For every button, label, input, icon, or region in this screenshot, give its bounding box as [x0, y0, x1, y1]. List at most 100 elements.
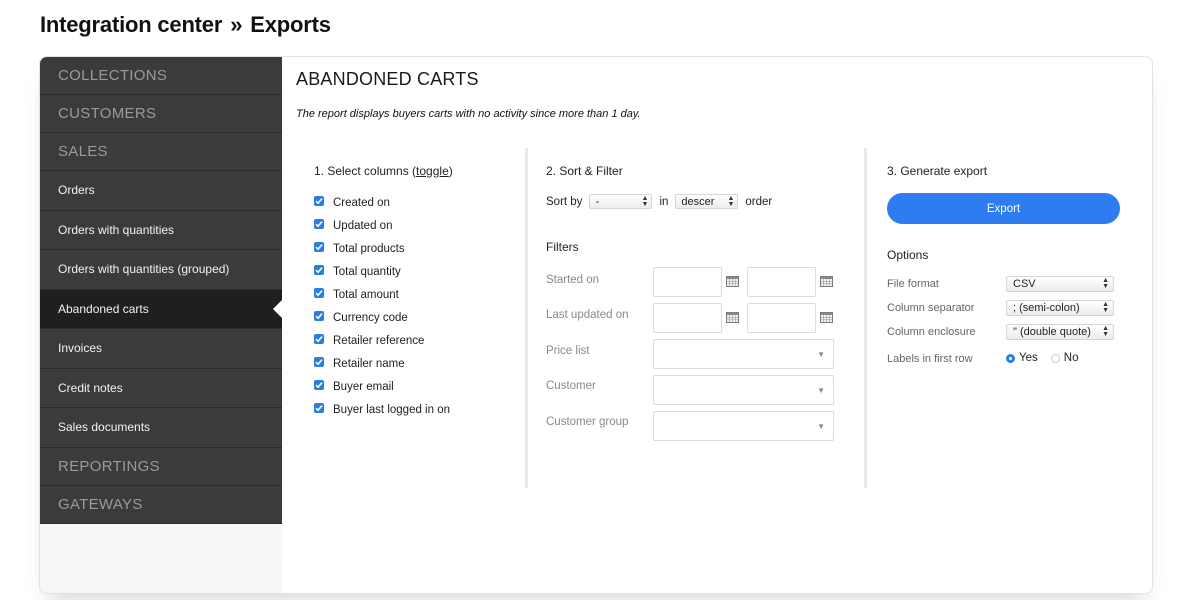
checkbox-checked-icon[interactable] [314, 287, 324, 298]
column-separator-select[interactable]: ; (semi-colon) ▲ ▼ [1006, 300, 1114, 316]
customer-group-select[interactable]: ▼ [653, 411, 834, 441]
price-list-select[interactable]: ▼ [653, 339, 834, 369]
last-updated-from-input[interactable] [653, 303, 722, 333]
sidebar-item-orders-with-quantities-grouped[interactable]: Orders with quantities (grouped) [40, 250, 282, 290]
sidebar: COLLECTIONS CUSTOMERS SALES Orders Order… [40, 57, 282, 593]
started-on-to-input[interactable] [747, 267, 816, 297]
file-format-label: File format [887, 278, 939, 290]
started-on-from-input[interactable] [653, 267, 722, 297]
sidebar-item-label: Orders with quantities [58, 222, 175, 237]
select-arrows-icon: ▲ ▼ [727, 194, 735, 208]
sidebar-item-orders[interactable]: Orders [40, 171, 282, 211]
sidebar-item-label: Orders [58, 183, 95, 198]
calendar-icon[interactable] [820, 276, 833, 287]
filters-title: Filters [546, 240, 579, 254]
column-option[interactable]: Buyer last logged in on [314, 399, 450, 422]
sidebar-section-sales[interactable]: SALES [40, 133, 282, 171]
select-arrows-icon: ▲ ▼ [1102, 325, 1109, 338]
column-option[interactable]: Updated on [314, 214, 450, 237]
calendar-icon[interactable] [820, 312, 833, 323]
column-option[interactable]: Retailer reference [314, 330, 450, 353]
select-arrows-icon: ▲ ▼ [1102, 301, 1109, 314]
sidebar-item-label: Orders with quantities (grouped) [58, 262, 230, 277]
last-updated-label: Last updated on [546, 309, 629, 321]
column-option[interactable]: Total amount [314, 283, 450, 306]
column-enclosure-label: Column enclosure [887, 326, 976, 338]
column-option[interactable]: Retailer name [314, 353, 450, 376]
columns-checklist: Created on Updated on Total products Tot… [314, 191, 450, 422]
column-enclosure-select[interactable]: " (double quote) ▲ ▼ [1006, 324, 1114, 340]
checkbox-checked-icon[interactable] [314, 380, 324, 391]
sidebar-item-label: Credit notes [58, 380, 123, 395]
options-title: Options [887, 248, 929, 262]
sidebar-section-reportings[interactable]: REPORTINGS [40, 447, 282, 486]
report-description: The report displays buyers carts with no… [296, 108, 641, 120]
sidebar-section-gateways[interactable]: GATEWAYS [40, 485, 282, 524]
column-option[interactable]: Total quantity [314, 260, 450, 283]
chevron-down-icon: ▼ [817, 386, 825, 395]
toggle-columns-link[interactable]: toggle [416, 164, 449, 178]
select-arrows-icon: ▲ ▼ [641, 194, 649, 208]
checkbox-checked-icon[interactable] [314, 311, 324, 322]
column-separator-label: Column separator [887, 302, 975, 314]
radio-no[interactable] [1050, 353, 1060, 363]
last-updated-to-input[interactable] [747, 303, 816, 333]
file-format-select[interactable]: CSV ▲ ▼ [1006, 276, 1114, 292]
sidebar-section-customers[interactable]: CUSTOMERS [40, 95, 282, 133]
export-button[interactable]: Export [887, 193, 1120, 224]
checkbox-checked-icon[interactable] [314, 334, 324, 345]
sidebar-item-label: CUSTOMERS [58, 105, 157, 122]
calendar-icon[interactable] [726, 312, 739, 323]
in-label: in [659, 195, 669, 208]
column-divider [525, 148, 528, 488]
chevron-down-icon: ▼ [817, 350, 825, 359]
labels-first-row-radios: Yes No [1006, 352, 1078, 364]
column-divider [864, 148, 867, 488]
sidebar-item-abandoned-carts[interactable]: Abandoned carts [40, 289, 282, 329]
sidebar-item-credit-notes[interactable]: Credit notes [40, 368, 282, 408]
select-columns-title: 1. Select columns (toggle) [314, 164, 453, 178]
sidebar-item-orders-with-quantities[interactable]: Orders with quantities [40, 210, 282, 250]
radio-yes[interactable] [1006, 353, 1015, 363]
select-arrows-icon: ▲ ▼ [1102, 277, 1109, 290]
sidebar-item-label: Abandoned carts [58, 301, 149, 316]
calendar-icon[interactable] [726, 276, 739, 287]
radio-yes-label[interactable]: Yes [1019, 352, 1038, 364]
breadcrumb-current: Exports [250, 12, 331, 37]
price-list-label: Price list [546, 345, 590, 357]
checkbox-checked-icon[interactable] [314, 403, 324, 414]
sort-by-select[interactable]: - ▲ ▼ [589, 194, 653, 209]
checkbox-checked-icon[interactable] [314, 357, 324, 368]
customer-group-label: Customer group [546, 416, 629, 428]
generate-export-title: 3. Generate export [887, 164, 988, 178]
sidebar-section-collections[interactable]: COLLECTIONS [40, 57, 282, 95]
order-label: order [745, 195, 773, 208]
labels-first-row-label: Labels in first row [887, 353, 973, 365]
sort-filter-title: 2. Sort & Filter [546, 164, 623, 178]
sidebar-menu: COLLECTIONS CUSTOMERS SALES Orders Order… [40, 57, 282, 524]
column-option[interactable]: Created on [314, 191, 450, 214]
started-on-label: Started on [546, 274, 600, 286]
sidebar-item-invoices[interactable]: Invoices [40, 329, 282, 369]
checkbox-checked-icon[interactable] [314, 218, 324, 229]
page-title: Integration center » Exports [40, 12, 331, 38]
main-panel: COLLECTIONS CUSTOMERS SALES Orders Order… [39, 56, 1153, 594]
radio-no-label[interactable]: No [1064, 352, 1079, 364]
report-title: ABANDONED CARTS [296, 69, 479, 89]
checkbox-checked-icon[interactable] [314, 195, 324, 206]
sidebar-item-label: Invoices [58, 341, 103, 356]
sort-row: Sort by - ▲ ▼ in descer ▲ ▼ order [546, 194, 772, 209]
sidebar-item-label: Sales documents [58, 420, 151, 435]
sidebar-item-sales-documents[interactable]: Sales documents [40, 408, 282, 448]
checkbox-checked-icon[interactable] [314, 241, 324, 252]
breadcrumb-parent[interactable]: Integration center [40, 12, 222, 37]
order-select[interactable]: descer ▲ ▼ [675, 194, 739, 209]
column-option[interactable]: Currency code [314, 306, 450, 329]
customer-select[interactable]: ▼ [653, 375, 834, 405]
checkbox-checked-icon[interactable] [314, 264, 324, 275]
content-area: ABANDONED CARTS The report displays buye… [282, 57, 1152, 593]
column-option[interactable]: Total products [314, 237, 450, 260]
column-option[interactable]: Buyer email [314, 376, 450, 399]
customer-label: Customer [546, 380, 596, 392]
breadcrumb-separator: » [230, 12, 243, 37]
